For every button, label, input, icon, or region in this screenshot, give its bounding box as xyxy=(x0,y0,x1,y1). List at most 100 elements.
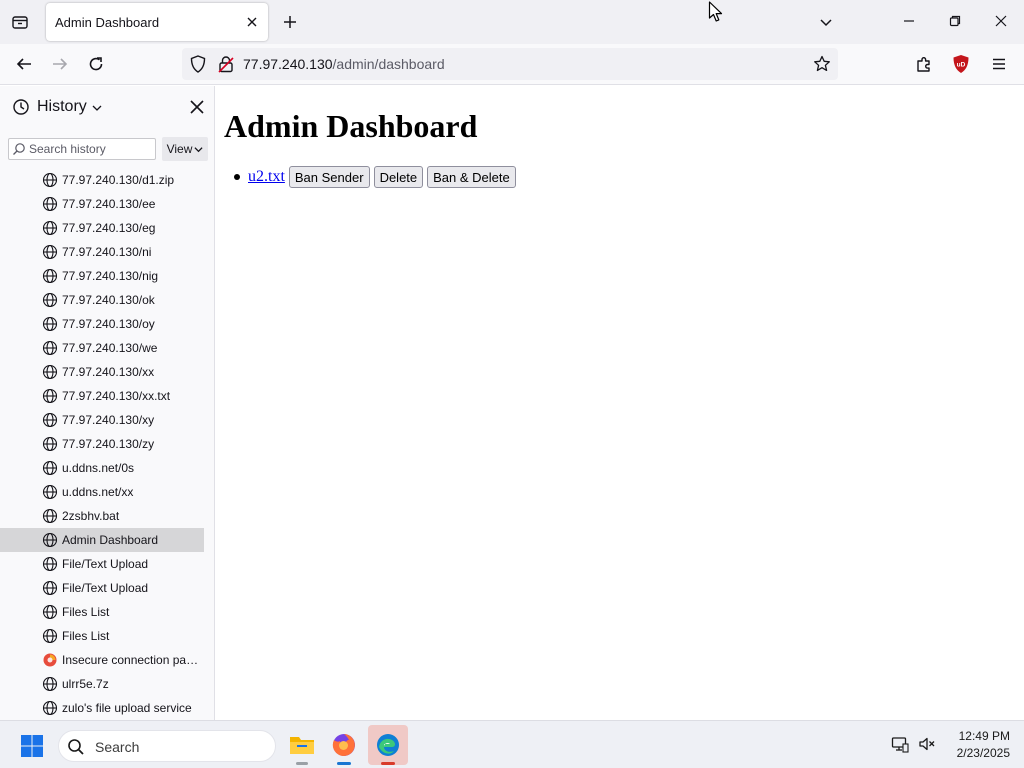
forward-button[interactable] xyxy=(45,49,75,79)
chevron-down-icon[interactable] xyxy=(92,103,102,113)
history-item[interactable]: zulo's file upload service xyxy=(0,696,204,720)
new-tab-button[interactable] xyxy=(276,8,304,36)
globe-icon xyxy=(42,196,58,212)
history-item-label: 2zsbhv.bat xyxy=(62,509,120,523)
tab-list-button[interactable] xyxy=(4,6,36,38)
globe-icon xyxy=(42,484,58,500)
history-item[interactable]: 77.97.240.130/xx.txt xyxy=(0,384,204,408)
globe-icon xyxy=(42,412,58,428)
history-item-label: ulrr5e.7z xyxy=(62,677,109,691)
history-item[interactable]: File/Text Upload xyxy=(0,576,204,600)
running-indicator xyxy=(296,762,308,765)
history-item-label: 77.97.240.130/xx.txt xyxy=(62,389,171,403)
globe-icon xyxy=(42,220,58,236)
history-item-label: File/Text Upload xyxy=(62,557,149,571)
history-item[interactable]: Insecure connection pass... xyxy=(0,648,204,672)
history-list: 77.97.240.130/d1.zip 77.97.240.130/ee 77.9… xyxy=(0,168,214,720)
ban-sender-button[interactable]: Ban Sender xyxy=(288,166,370,188)
history-item[interactable]: 77.97.240.130/zy xyxy=(0,432,204,456)
history-item[interactable]: 77.97.240.130/xy xyxy=(0,408,204,432)
history-item[interactable]: 77.97.240.130/oy xyxy=(0,312,204,336)
taskbar-clock-date[interactable]: 2/23/2025 xyxy=(946,746,1010,760)
hamburger-menu-icon xyxy=(993,58,1005,70)
plus-icon xyxy=(284,16,296,28)
ban-and-delete-button[interactable]: Ban & Delete xyxy=(427,166,516,188)
window-close-button[interactable] xyxy=(986,6,1016,36)
warning-icon xyxy=(42,652,58,668)
history-sidebar: History View 77.97.240.130/d1.zip 77.97.2… xyxy=(0,86,215,720)
history-item[interactable]: 77.97.240.130/d1.zip xyxy=(0,168,204,192)
globe-icon xyxy=(42,172,58,188)
history-item[interactable]: Admin Dashboard xyxy=(0,528,204,552)
globe-icon xyxy=(42,580,58,596)
history-search-box[interactable] xyxy=(8,138,156,160)
extensions-button[interactable] xyxy=(909,49,939,79)
history-item-label: Insecure connection pass... xyxy=(62,653,204,667)
ublock-origin-button[interactable]: uD xyxy=(946,49,976,79)
globe-icon xyxy=(42,316,58,332)
history-search-input[interactable] xyxy=(29,141,153,157)
network-icon[interactable] xyxy=(891,735,909,753)
minimize-icon xyxy=(904,20,914,22)
page-title: Admin Dashboard xyxy=(224,108,478,144)
taskbar-firefox[interactable] xyxy=(324,725,364,765)
bookmark-star-icon[interactable] xyxy=(812,54,832,74)
taskbar-edge[interactable] xyxy=(368,725,408,765)
search-icon xyxy=(68,739,84,755)
reload-button[interactable] xyxy=(81,49,111,79)
taskbar-search-box[interactable]: Search xyxy=(58,730,276,762)
sidebar-close-button[interactable] xyxy=(188,98,206,116)
history-item[interactable]: ulrr5e.7z xyxy=(0,672,204,696)
history-item[interactable]: Files List xyxy=(0,624,204,648)
history-item[interactable]: 2zsbhv.bat xyxy=(0,504,204,528)
url-host: 77.97.240.130 xyxy=(243,56,333,72)
tab-close-button[interactable] xyxy=(244,14,260,30)
back-button[interactable] xyxy=(9,49,39,79)
file-link[interactable]: u2.txt xyxy=(248,168,285,186)
taskbar-clock-time[interactable]: 12:49 PM xyxy=(946,729,1010,743)
insecure-connection-icon[interactable] xyxy=(216,54,236,74)
history-item[interactable]: 77.97.240.130/we xyxy=(0,336,204,360)
history-item[interactable]: u.ddns.net/xx xyxy=(0,480,204,504)
history-item[interactable]: u.ddns.net/0s xyxy=(0,456,204,480)
sidebar-title[interactable]: History xyxy=(37,98,87,116)
history-item-label: Files List xyxy=(62,605,110,619)
history-item-label: zulo's file upload service xyxy=(62,701,192,715)
running-indicator xyxy=(337,762,351,765)
close-icon xyxy=(247,17,257,27)
globe-icon xyxy=(42,388,58,404)
url-bar[interactable]: 77.97.240.130/admin/dashboard xyxy=(182,48,838,80)
history-item[interactable]: Files List xyxy=(0,600,204,624)
history-item[interactable]: 77.97.240.130/xx xyxy=(0,360,204,384)
restore-icon xyxy=(949,15,961,27)
volume-muted-icon[interactable] xyxy=(918,735,936,753)
history-item-label: 77.97.240.130/ok xyxy=(62,293,155,307)
list-all-tabs-button[interactable] xyxy=(812,8,840,36)
globe-icon xyxy=(42,292,58,308)
history-item-label: 77.97.240.130/d1.zip xyxy=(62,173,175,187)
restore-button[interactable] xyxy=(940,6,970,36)
windows-start-icon[interactable] xyxy=(20,734,44,758)
history-item[interactable]: File/Text Upload xyxy=(0,552,204,576)
history-item-label: u.ddns.net/xx xyxy=(62,485,134,499)
tab-admin-dashboard[interactable]: Admin Dashboard xyxy=(46,3,268,41)
history-item[interactable]: 77.97.240.130/ok xyxy=(0,288,204,312)
app-menu-button[interactable] xyxy=(984,49,1014,79)
view-options-button[interactable]: View xyxy=(162,137,208,161)
minimize-button[interactable] xyxy=(894,6,924,36)
globe-icon xyxy=(42,436,58,452)
history-item[interactable]: 77.97.240.130/nig xyxy=(0,264,204,288)
history-item[interactable]: 77.97.240.130/eg xyxy=(0,216,204,240)
message-list-item: u2.txt Ban Sender Delete Ban & Delete xyxy=(234,166,520,188)
history-item[interactable]: 77.97.240.130/ni xyxy=(0,240,204,264)
reload-icon xyxy=(89,57,103,71)
tracking-protection-shield-icon[interactable] xyxy=(188,54,208,74)
globe-icon xyxy=(42,604,58,620)
globe-icon xyxy=(42,364,58,380)
delete-button[interactable]: Delete xyxy=(373,166,424,188)
history-item[interactable]: 77.97.240.130/ee xyxy=(0,192,204,216)
firefox-icon xyxy=(332,734,355,756)
arrow-left-icon xyxy=(16,58,31,70)
url-text[interactable]: 77.97.240.130/admin/dashboard xyxy=(243,56,445,72)
taskbar-file-explorer[interactable] xyxy=(282,725,322,765)
